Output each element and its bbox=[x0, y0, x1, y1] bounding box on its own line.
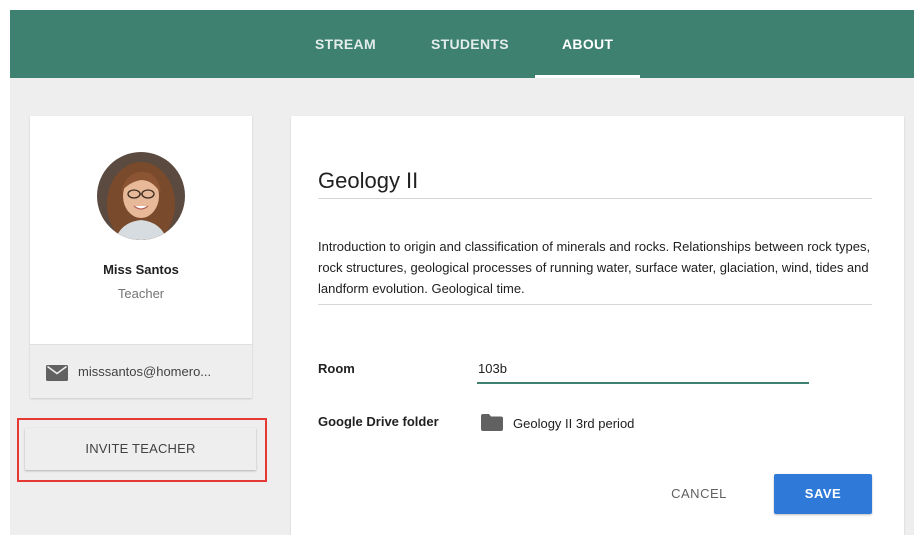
active-tab-indicator bbox=[535, 75, 640, 78]
teacher-name: Miss Santos bbox=[103, 262, 179, 277]
tab-about[interactable]: ABOUT bbox=[562, 10, 613, 78]
classroom-window: STREAM STUDENTS ABOUT Miss Santos Teache… bbox=[10, 10, 914, 535]
class-title-field[interactable]: Geology II bbox=[318, 168, 418, 194]
class-description-field[interactable]: Introduction to origin and classificatio… bbox=[318, 236, 878, 299]
teacher-role: Teacher bbox=[117, 286, 165, 301]
room-label: Room bbox=[318, 361, 355, 376]
description-underline bbox=[318, 304, 872, 305]
invite-teacher-button[interactable]: INVITE TEACHER bbox=[25, 428, 256, 470]
mail-icon bbox=[46, 365, 68, 381]
drive-folder-link[interactable]: Geology II 3rd period bbox=[513, 416, 634, 431]
class-about-card: Geology II Introduction to origin and cl… bbox=[291, 116, 904, 535]
invite-highlight-box: INVITE TEACHER bbox=[17, 418, 267, 482]
drive-folder-label: Google Drive folder bbox=[318, 414, 439, 429]
tab-students[interactable]: STUDENTS bbox=[431, 10, 509, 78]
avatar bbox=[97, 152, 185, 240]
teacher-email: misssantos@homero... bbox=[78, 364, 212, 379]
tab-stream[interactable]: STREAM bbox=[315, 10, 376, 78]
teacher-email-row[interactable]: misssantos@homero... bbox=[30, 344, 252, 398]
save-button[interactable]: SAVE bbox=[774, 474, 872, 514]
room-input[interactable] bbox=[477, 354, 809, 384]
teacher-profile-card: Miss Santos Teacher misssantos@homero... bbox=[30, 116, 252, 398]
cancel-button[interactable]: CANCEL bbox=[655, 474, 743, 514]
title-underline bbox=[318, 198, 872, 199]
folder-icon bbox=[481, 414, 503, 431]
top-nav-bar: STREAM STUDENTS ABOUT bbox=[10, 10, 914, 78]
